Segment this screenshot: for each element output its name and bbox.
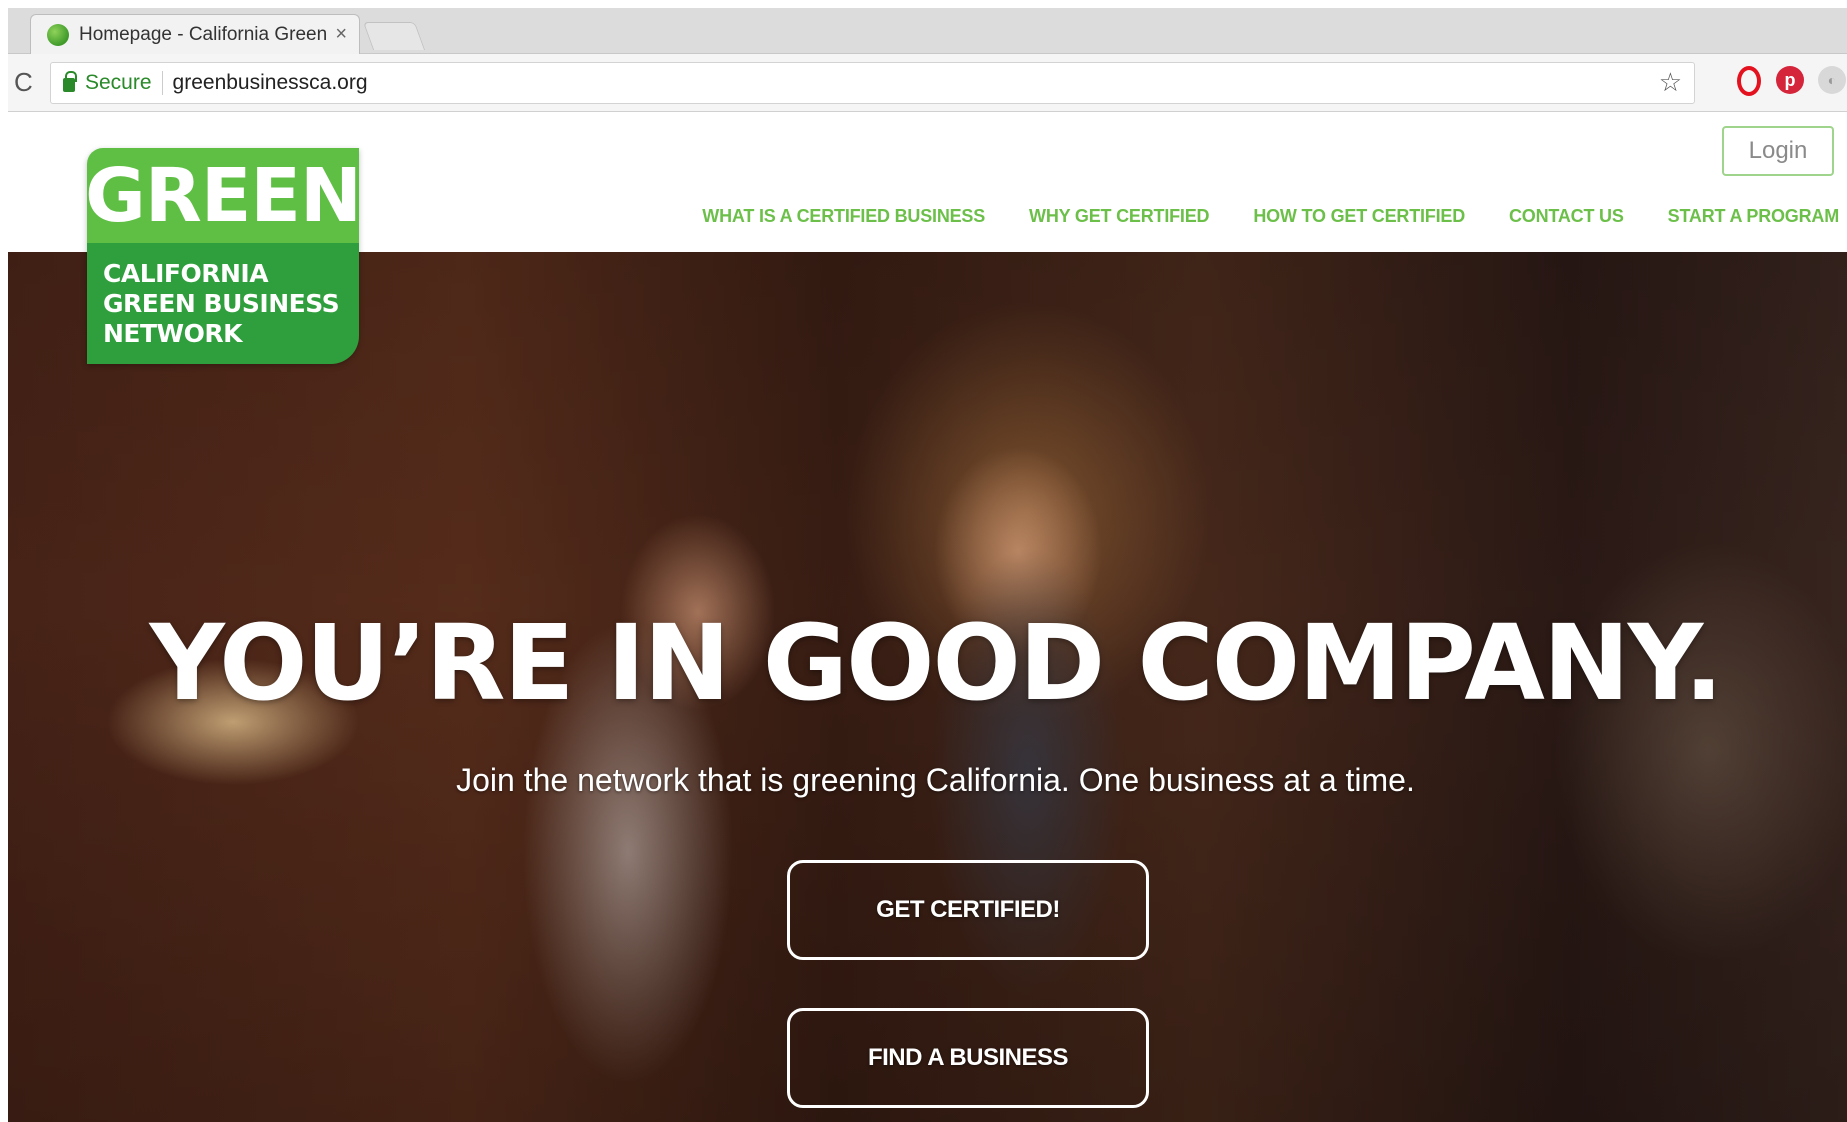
logo-bottom: CALIFORNIA GREEN BUSINESS NETWORK xyxy=(87,243,359,364)
tab-strip: Homepage - California Green × xyxy=(8,8,1847,54)
address-separator xyxy=(161,71,163,95)
url-text[interactable]: greenbusinessca.org xyxy=(173,71,368,95)
tab-close-icon[interactable]: × xyxy=(335,23,347,46)
browser-tab[interactable]: Homepage - California Green × xyxy=(30,14,360,54)
address-bar[interactable]: Secure greenbusinessca.org ☆ xyxy=(50,62,1695,104)
new-tab-button[interactable] xyxy=(362,22,426,50)
globe-favicon-icon xyxy=(47,23,69,46)
hero-headline: YOU’RE IN GOOD COMPANY. xyxy=(149,602,1724,724)
logo-top: GREEN xyxy=(87,148,359,243)
main-nav: WHAT IS A CERTIFIED BUSINESS WHY GET CER… xyxy=(702,206,1839,227)
lock-icon xyxy=(63,71,77,92)
browser-toolbar: C Secure greenbusinessca.org ☆ p ◐ xyxy=(8,54,1847,112)
hero-section: YOU’RE IN GOOD COMPANY. Join the network… xyxy=(8,252,1847,1122)
browser-window: Homepage - California Green × C Secure g… xyxy=(8,8,1847,1122)
find-a-business-button[interactable]: FIND A BUSINESS xyxy=(787,1008,1149,1108)
bookmark-star-icon[interactable]: ☆ xyxy=(1659,67,1682,98)
site-logo[interactable]: GREEN CALIFORNIA GREEN BUSINESS NETWORK xyxy=(87,148,359,364)
logo-line: CALIFORNIA xyxy=(103,259,269,288)
tab-title: Homepage - California Green xyxy=(79,23,328,45)
nav-why-get-certified[interactable]: WHY GET CERTIFIED xyxy=(1029,206,1209,227)
opera-icon[interactable] xyxy=(1737,66,1761,96)
secure-label: Secure xyxy=(85,71,152,94)
nav-contact-us[interactable]: CONTACT US xyxy=(1509,206,1624,227)
hero-subheadline: Join the network that is greening Califo… xyxy=(456,762,1415,798)
get-certified-button[interactable]: GET CERTIFIED! xyxy=(787,860,1149,960)
logo-line: NETWORK xyxy=(103,319,243,348)
login-button[interactable]: Login xyxy=(1722,126,1834,176)
logo-word: GREEN xyxy=(87,152,359,239)
pinterest-icon[interactable]: p xyxy=(1776,66,1804,94)
reload-icon[interactable]: C xyxy=(14,67,33,98)
logo-line: GREEN BUSINESS xyxy=(103,289,340,318)
nav-start-a-program[interactable]: START A PROGRAM xyxy=(1668,206,1840,227)
nav-what-is-certified[interactable]: WHAT IS A CERTIFIED BUSINESS xyxy=(702,206,985,227)
nav-how-to-get-certified[interactable]: HOW TO GET CERTIFIED xyxy=(1253,206,1465,227)
extension-icon[interactable]: ◐ xyxy=(1818,66,1846,94)
